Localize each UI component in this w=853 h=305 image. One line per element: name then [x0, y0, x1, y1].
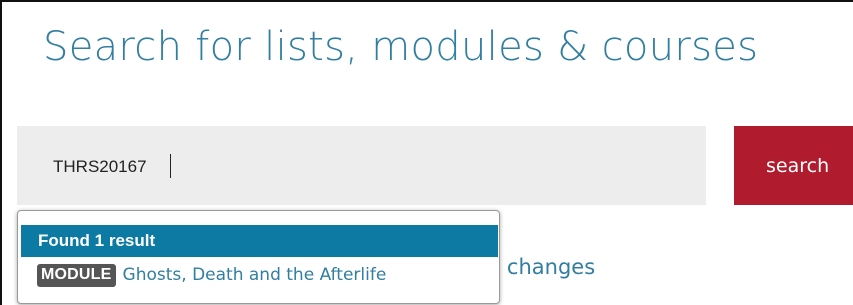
result-title: Ghosts, Death and the Afterlife [122, 265, 387, 285]
page-frame: Search for lists, modules & courses sear… [0, 0, 853, 305]
results-count-header: Found 1 result [21, 225, 498, 257]
page-title: Search for lists, modules & courses [43, 24, 759, 70]
autocomplete-result-item[interactable]: MODULE Ghosts, Death and the Afterlife [21, 258, 498, 292]
text-caret [170, 154, 171, 178]
search-button[interactable]: search [734, 126, 853, 205]
search-input[interactable] [53, 154, 693, 180]
search-box[interactable] [17, 126, 706, 205]
autocomplete-dropdown: Found 1 result MODULE Ghosts, Death and … [17, 210, 500, 304]
background-link-text[interactable]: t changes [492, 255, 595, 279]
result-type-badge: MODULE [37, 263, 116, 287]
